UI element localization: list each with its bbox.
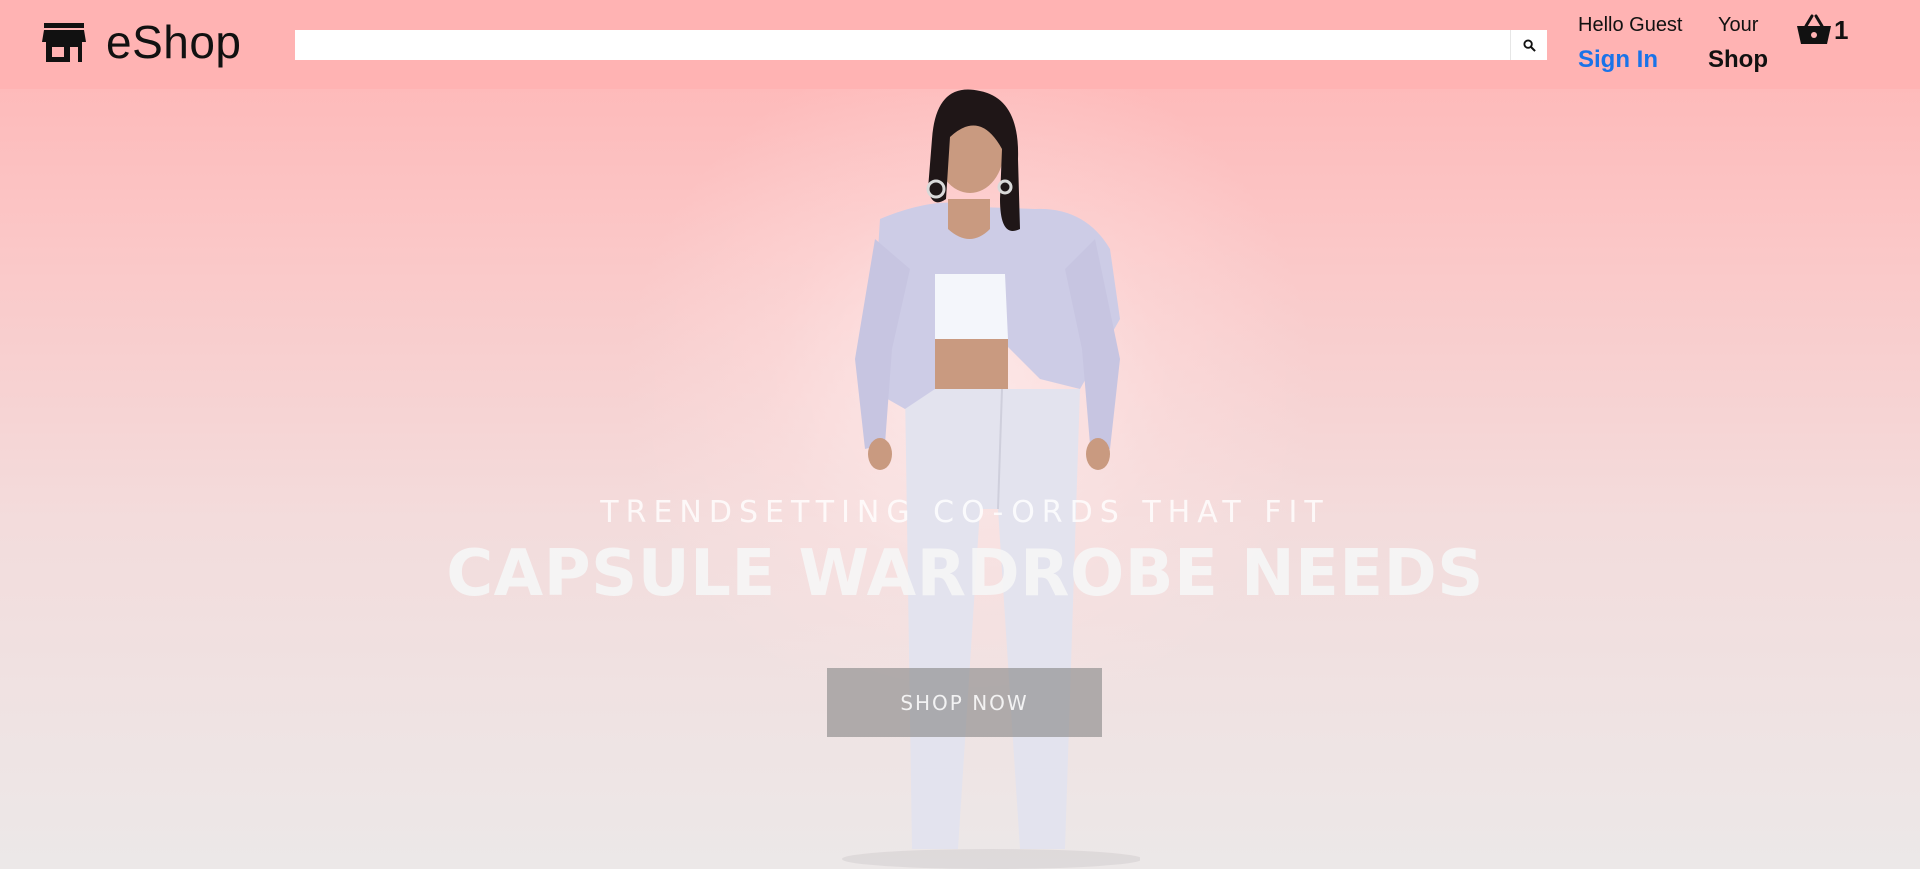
top-navbar: eShop Hello Guest Sign In Your Shop 1	[0, 0, 1920, 89]
hero-tagline: TRENDSETTING CO-ORDS THAT FIT	[600, 495, 1330, 530]
your-shop-label: Your	[1718, 14, 1759, 36]
store-icon	[42, 23, 86, 62]
home-page: eShop Hello Guest Sign In Your Shop 1 TR…	[0, 0, 1920, 869]
search-button[interactable]	[1510, 30, 1547, 60]
greeting-text: Hello Guest	[1578, 14, 1683, 36]
sign-in-link[interactable]: Sign In	[1578, 46, 1658, 74]
search-bar	[295, 30, 1547, 60]
search-input[interactable]	[295, 30, 1510, 60]
cart-button[interactable]: 1	[1796, 14, 1848, 46]
brand-logo[interactable]: eShop	[42, 14, 242, 70]
brand-name: eShop	[106, 16, 242, 68]
shop-link[interactable]: Shop	[1708, 46, 1768, 74]
cart-count-badge: 1	[1834, 14, 1849, 45]
basket-icon	[1797, 14, 1831, 44]
hero-model-image	[842, 89, 1140, 869]
search-icon	[1522, 38, 1536, 52]
shop-now-button[interactable]: SHOP NOW	[827, 668, 1102, 737]
hero-headline: CAPSULE WARDROBE NEEDS	[446, 537, 1484, 611]
